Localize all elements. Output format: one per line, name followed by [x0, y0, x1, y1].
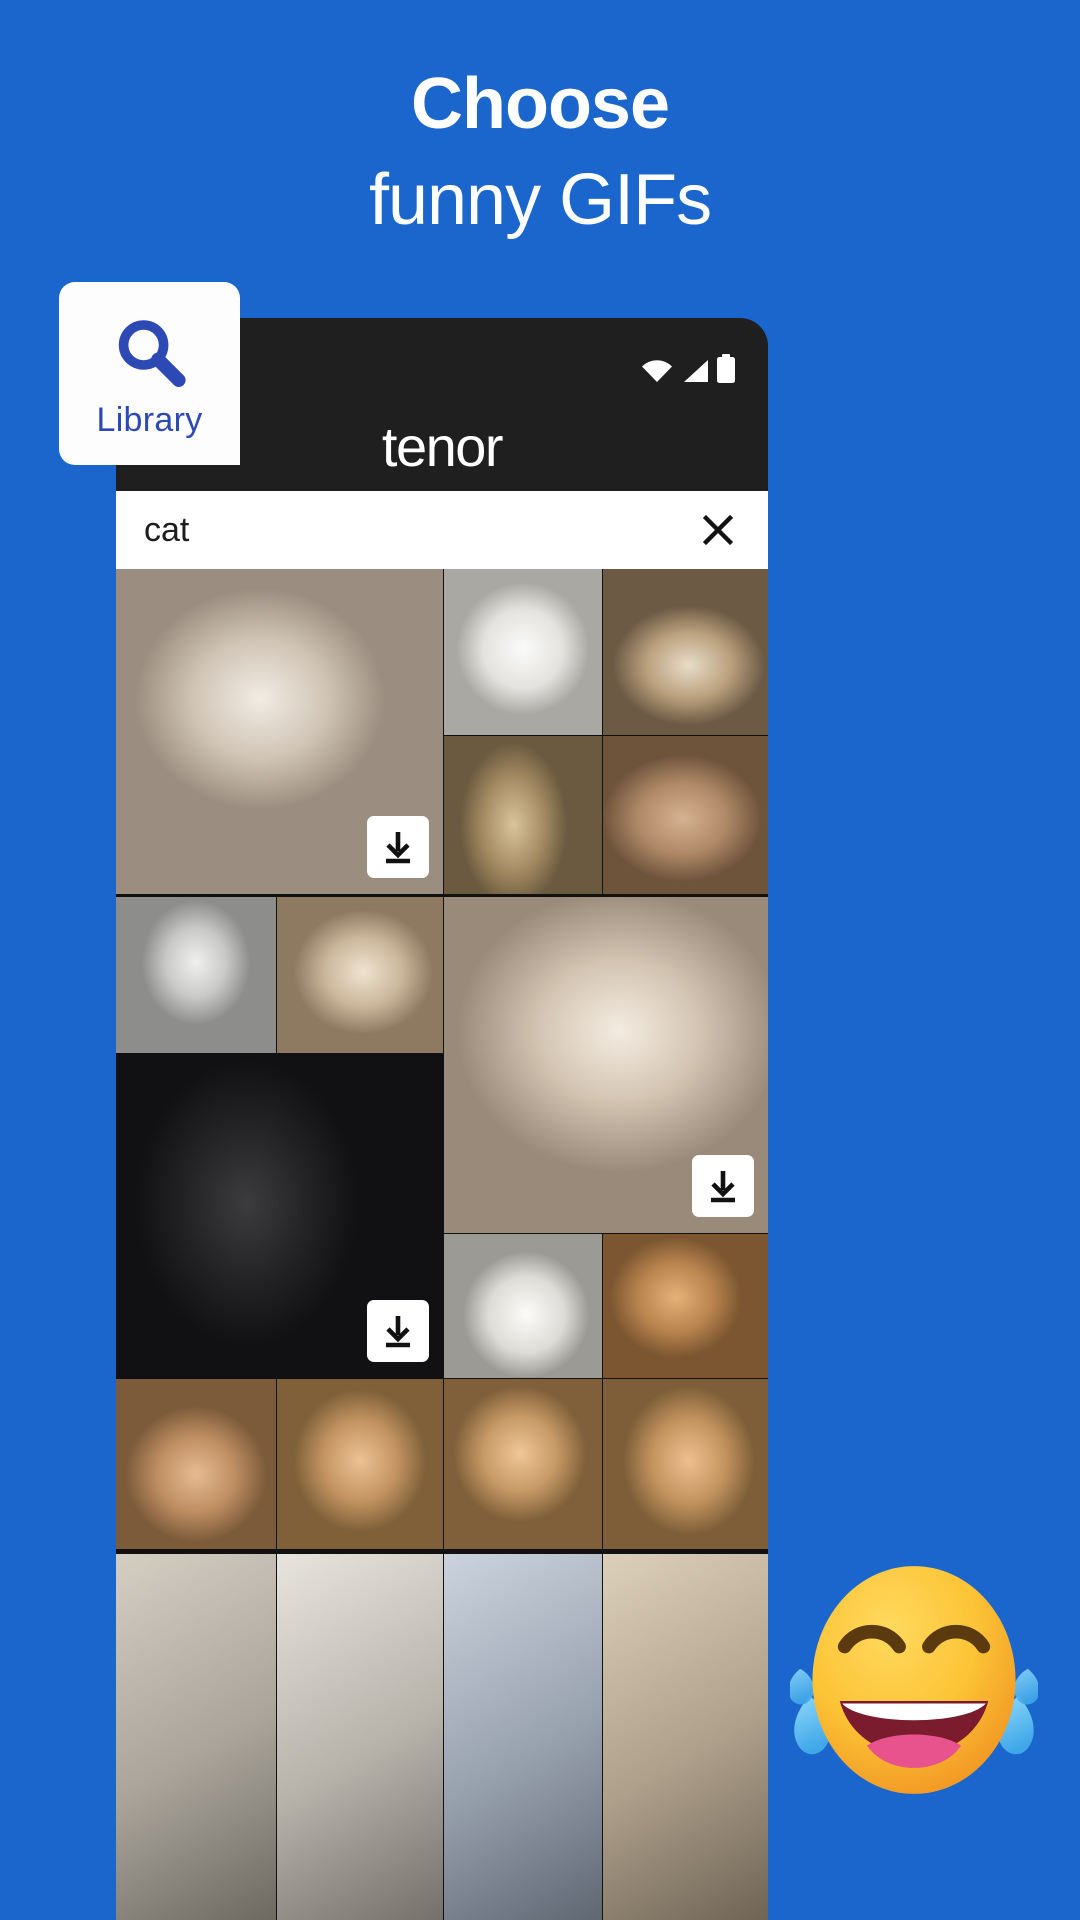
download-button[interactable]	[692, 1155, 754, 1217]
gif-thumbnail	[444, 569, 602, 735]
gif-thumbnail	[603, 1379, 768, 1549]
gif-thumbnail	[444, 1379, 602, 1549]
battery-icon	[717, 354, 735, 383]
headline-line-2: funny GIFs	[368, 160, 712, 240]
download-icon	[386, 1316, 410, 1348]
status-bar-icons	[640, 354, 736, 384]
gif-thumbnail	[116, 1379, 276, 1549]
gif-tile-ginger-cat-in-box[interactable]	[603, 1234, 768, 1378]
gif-tile-ginger-cat-closeup[interactable]	[277, 1379, 443, 1549]
headline-line-1: Choose	[410, 64, 670, 144]
page-title: Choose funny GIFs	[0, 68, 1080, 236]
face-with-tears-of-joy-icon	[790, 1566, 1038, 1794]
download-button[interactable]	[367, 1300, 429, 1362]
gif-thumbnail	[116, 897, 276, 1053]
gif-thumbnail	[603, 1554, 768, 1920]
close-icon	[702, 514, 734, 546]
signal-icon	[684, 360, 708, 382]
gif-thumbnail	[444, 736, 602, 894]
library-badge-label: Library	[96, 401, 203, 439]
gif-tile-white-persian-cat[interactable]	[444, 569, 602, 735]
gif-tile-ginger-cat-night[interactable]	[603, 1379, 768, 1549]
library-badge-card[interactable]: Library	[59, 282, 240, 465]
gif-thumbnail	[277, 1554, 443, 1920]
gif-results-grid[interactable]	[116, 569, 768, 1920]
face-with-tears-of-joy-emoji	[790, 1550, 1038, 1810]
gif-thumbnail	[603, 736, 768, 894]
search-icon	[118, 320, 186, 387]
gif-thumbnail	[603, 569, 768, 735]
gif-tile-kitten-with-guitar[interactable]	[116, 897, 276, 1053]
search-input[interactable]: cat	[144, 511, 696, 550]
gif-tile-cat-in-blanket[interactable]	[277, 897, 443, 1053]
gif-tile-grid-row-overflow-2[interactable]	[277, 1554, 443, 1920]
gif-tile-chubby-ginger-cat[interactable]	[603, 736, 768, 894]
gif-thumbnail	[603, 1234, 768, 1378]
clear-search-button[interactable]	[696, 508, 740, 552]
gif-tile-cat-on-toilet[interactable]	[116, 1379, 276, 1549]
gif-tile-grid-row-overflow-4[interactable]	[603, 1554, 768, 1920]
wifi-icon	[642, 360, 672, 382]
gif-tile-calico-cat-bat-wings[interactable]	[603, 569, 768, 735]
gif-thumbnail	[444, 1554, 602, 1920]
gif-tile-black-and-ginger-cats[interactable]	[116, 1054, 443, 1378]
gif-tile-cat-rolling-on-back[interactable]	[444, 897, 768, 1233]
gif-thumbnail	[116, 1554, 276, 1920]
gif-thumbnail	[444, 1234, 602, 1378]
download-button[interactable]	[367, 816, 429, 878]
gif-tile-white-cat-high-five[interactable]	[444, 1234, 602, 1378]
promo-screenshot: Choose funny GIFs tenor cat Library	[0, 0, 1080, 1920]
gif-thumbnail	[277, 897, 443, 1053]
gif-thumbnail	[277, 1379, 443, 1549]
phone-mockup: tenor cat	[116, 318, 768, 1920]
download-icon	[711, 1171, 735, 1203]
gif-tile-grid-row-overflow-3[interactable]	[444, 1554, 602, 1920]
gif-tile-tabby-cat-thumbs-up[interactable]	[116, 569, 443, 894]
gif-tile-grid-row-overflow-1[interactable]	[116, 1554, 276, 1920]
gif-tile-ginger-cat-bowl[interactable]	[444, 1379, 602, 1549]
download-icon	[386, 832, 410, 864]
gif-tile-cat-on-scratching-post[interactable]	[444, 736, 602, 894]
search-bar[interactable]: cat	[116, 491, 768, 569]
